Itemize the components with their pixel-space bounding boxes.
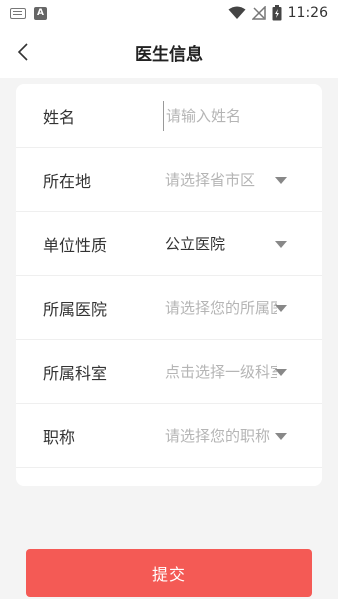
hospital-label: 所属医院 (43, 299, 108, 319)
form-row-title[interactable]: 职称 请选择您的职称 (16, 404, 322, 468)
dropdown-arrow-icon[interactable] (275, 177, 287, 184)
keyboard-icon (10, 7, 26, 19)
form-row-department[interactable]: 所属科室 点击选择一级科室 (16, 340, 322, 404)
form-row-unit-type[interactable]: 单位性质 公立医院 (16, 212, 322, 276)
dropdown-arrow-icon[interactable] (275, 305, 287, 312)
department-label: 所属科室 (43, 363, 108, 383)
location-label: 所在地 (43, 171, 92, 191)
name-label: 姓名 (43, 107, 76, 127)
form-row-name: 姓名 (16, 84, 322, 148)
submit-button[interactable]: 提交 (26, 549, 312, 597)
dropdown-arrow-icon[interactable] (275, 433, 287, 440)
location-select[interactable]: 请选择省市区 (165, 169, 277, 190)
doctor-info-form: 姓名 所在地 请选择省市区 单位性质 公立医院 所属医院 请选择您的所属医院 所… (16, 84, 322, 486)
status-right-icons: 11:26 (228, 5, 328, 21)
form-row-hospital[interactable]: 所属医院 请选择您的所属医院 (16, 276, 322, 340)
dropdown-arrow-icon[interactable] (275, 369, 287, 376)
a-notification-icon: A (34, 6, 47, 20)
page-title: 医生信息 (135, 44, 203, 65)
status-bar: A 11:26 (0, 0, 338, 26)
back-button[interactable] (10, 38, 36, 66)
nav-bar: 医生信息 (0, 26, 338, 78)
name-input[interactable] (163, 100, 293, 131)
title-label: 职称 (43, 427, 76, 447)
hospital-select[interactable]: 请选择您的所属医院 (165, 297, 277, 318)
wifi-icon (228, 6, 246, 19)
battery-charging-icon (272, 5, 282, 21)
signal-off-icon (251, 6, 266, 20)
status-time: 11:26 (287, 5, 328, 21)
status-left-icons: A (10, 6, 47, 20)
title-select[interactable]: 请选择您的职称 (165, 425, 277, 446)
unit-type-label: 单位性质 (43, 235, 108, 255)
department-select[interactable]: 点击选择一级科室 (165, 361, 277, 382)
form-row-location[interactable]: 所在地 请选择省市区 (16, 148, 322, 212)
chevron-left-icon (17, 43, 28, 61)
dropdown-arrow-icon[interactable] (275, 241, 287, 248)
unit-type-select[interactable]: 公立医院 (165, 233, 277, 254)
